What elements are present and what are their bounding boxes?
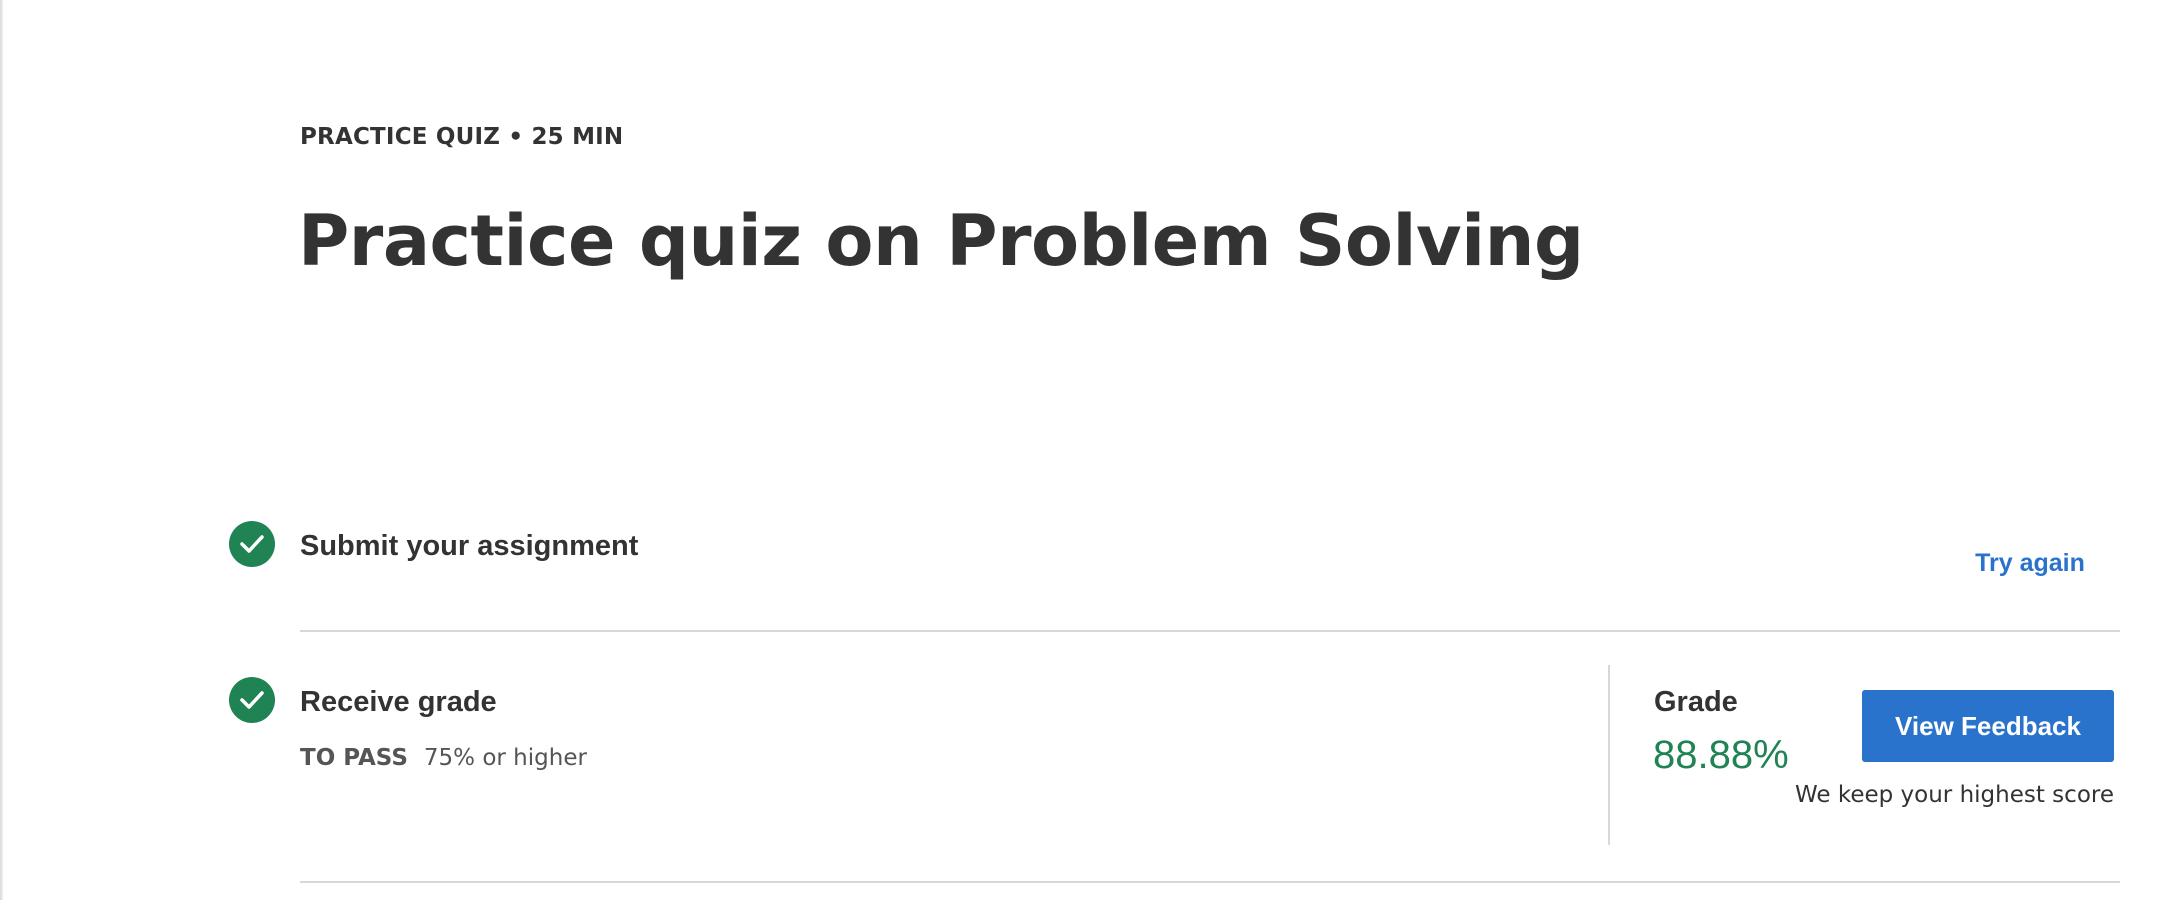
section-divider [300,881,2120,883]
grade-step-title: Receive grade [300,686,497,718]
grade-vertical-divider [1608,665,1610,845]
checkmark-icon [240,535,264,553]
check-circle-icon [229,521,275,567]
to-pass-label: TO PASS [300,745,408,771]
to-pass-value: 75% or higher [423,745,587,771]
quiz-page: PRACTICE QUIZ • 25 MIN Practice quiz on … [0,0,2160,900]
try-again-button[interactable]: Try again [1960,549,2100,578]
highest-score-note: We keep your highest score [1794,782,2114,808]
left-edge-shadow [0,0,3,900]
view-feedback-button[interactable]: View Feedback [1862,690,2114,762]
check-circle-icon [229,677,275,723]
grade-label: Grade [1654,686,1738,718]
submit-step-title: Submit your assignment [300,530,639,562]
pass-requirement: TO PASS 75% or higher [300,744,587,772]
grade-value: 88.88% [1653,733,1789,777]
page-title: Practice quiz on Problem Solving [298,200,1584,282]
checkmark-icon [240,691,264,709]
section-divider [300,630,2120,632]
quiz-meta: PRACTICE QUIZ • 25 MIN [300,124,624,150]
